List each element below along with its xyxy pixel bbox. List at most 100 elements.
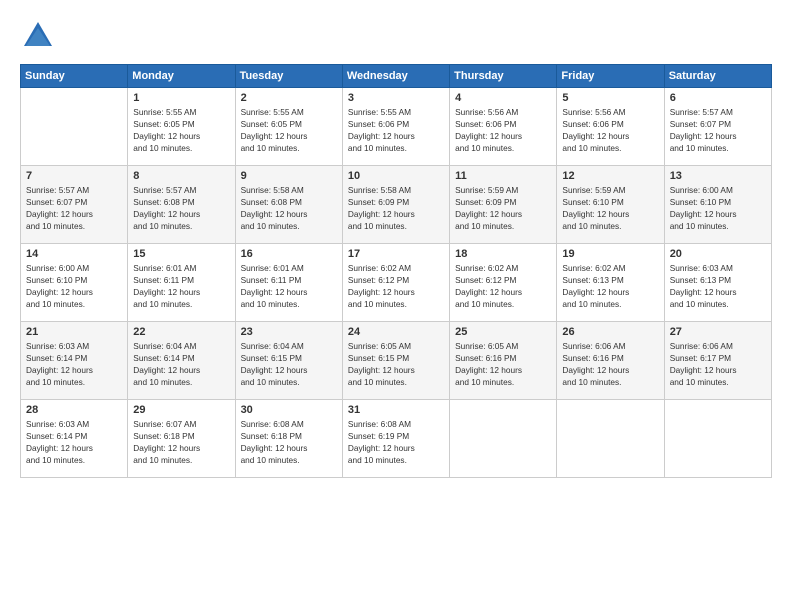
- calendar-cell: 14Sunrise: 6:00 AM Sunset: 6:10 PM Dayli…: [21, 244, 128, 322]
- calendar-cell: 3 Sunrise: 5:55 AM Sunset: 6:06 PM Daylig…: [342, 88, 449, 166]
- day-info: Sunrise: 5:55 AM Sunset: 6:05 PM Dayligh…: [241, 106, 337, 154]
- calendar-cell: 8 Sunrise: 5:57 AM Sunset: 6:08 PM Daylig…: [128, 166, 235, 244]
- day-number: 26: [562, 326, 658, 338]
- calendar-cell: 10 Sunrise: 5:58 AM Sunset: 6:09 PM Dayli…: [342, 166, 449, 244]
- calendar-week-4: 21 Sunrise: 6:03 AM Sunset: 6:14 PM Dayli…: [21, 322, 772, 400]
- calendar-cell: 27 Sunrise: 6:06 AM Sunset: 6:17 PM Dayli…: [664, 322, 771, 400]
- day-info: Sunrise: 6:00 AM Sunset: 6:10 PM Dayligh…: [26, 262, 122, 310]
- day-info: Sunrise: 6:03 AM Sunset: 6:14 PM Dayligh…: [26, 340, 122, 388]
- page: Sunday Monday Tuesday Wednesday Thursday…: [0, 0, 792, 612]
- day-number: 2: [241, 92, 337, 104]
- calendar-table: Sunday Monday Tuesday Wednesday Thursday…: [20, 64, 772, 478]
- logo-icon: [20, 18, 56, 54]
- day-number: 4: [455, 92, 551, 104]
- day-info: Sunrise: 6:01 AM Sunset: 6:11 PM Dayligh…: [241, 262, 337, 310]
- day-number: 31: [348, 404, 444, 416]
- calendar-cell: 26 Sunrise: 6:06 AM Sunset: 6:16 PM Dayli…: [557, 322, 664, 400]
- day-info: Sunrise: 6:02 AM Sunset: 6:12 PM Dayligh…: [455, 262, 551, 310]
- day-number: 12: [562, 170, 658, 182]
- col-monday: Monday: [128, 65, 235, 88]
- day-info: Sunrise: 6:05 AM Sunset: 6:16 PM Dayligh…: [455, 340, 551, 388]
- calendar-week-3: 14Sunrise: 6:00 AM Sunset: 6:10 PM Dayli…: [21, 244, 772, 322]
- day-number: 1: [133, 92, 229, 104]
- calendar-week-5: 28 Sunrise: 6:03 AM Sunset: 6:14 PM Dayli…: [21, 400, 772, 478]
- calendar-cell: 1 Sunrise: 5:55 AM Sunset: 6:05 PM Daylig…: [128, 88, 235, 166]
- calendar-cell: 19Sunrise: 6:02 AM Sunset: 6:13 PM Dayli…: [557, 244, 664, 322]
- day-number: 10: [348, 170, 444, 182]
- day-number: 20: [670, 248, 766, 260]
- day-info: Sunrise: 6:07 AM Sunset: 6:18 PM Dayligh…: [133, 418, 229, 466]
- day-info: Sunrise: 5:56 AM Sunset: 6:06 PM Dayligh…: [562, 106, 658, 154]
- calendar-cell: 28 Sunrise: 6:03 AM Sunset: 6:14 PM Dayli…: [21, 400, 128, 478]
- day-info: Sunrise: 5:57 AM Sunset: 6:08 PM Dayligh…: [133, 184, 229, 232]
- col-sunday: Sunday: [21, 65, 128, 88]
- day-info: Sunrise: 5:57 AM Sunset: 6:07 PM Dayligh…: [26, 184, 122, 232]
- day-number: 23: [241, 326, 337, 338]
- col-friday: Friday: [557, 65, 664, 88]
- day-info: Sunrise: 5:55 AM Sunset: 6:06 PM Dayligh…: [348, 106, 444, 154]
- header-row: Sunday Monday Tuesday Wednesday Thursday…: [21, 65, 772, 88]
- calendar-cell: 5Sunrise: 5:56 AM Sunset: 6:06 PM Daylig…: [557, 88, 664, 166]
- day-info: Sunrise: 6:00 AM Sunset: 6:10 PM Dayligh…: [670, 184, 766, 232]
- calendar-cell: 2 Sunrise: 5:55 AM Sunset: 6:05 PM Daylig…: [235, 88, 342, 166]
- day-info: Sunrise: 5:58 AM Sunset: 6:09 PM Dayligh…: [348, 184, 444, 232]
- day-info: Sunrise: 6:08 AM Sunset: 6:18 PM Dayligh…: [241, 418, 337, 466]
- day-info: Sunrise: 6:03 AM Sunset: 6:13 PM Dayligh…: [670, 262, 766, 310]
- day-number: 18: [455, 248, 551, 260]
- col-saturday: Saturday: [664, 65, 771, 88]
- day-number: 25: [455, 326, 551, 338]
- calendar-cell: 24Sunrise: 6:05 AM Sunset: 6:15 PM Dayli…: [342, 322, 449, 400]
- day-info: Sunrise: 6:06 AM Sunset: 6:16 PM Dayligh…: [562, 340, 658, 388]
- calendar-cell: [557, 400, 664, 478]
- calendar-cell: 30 Sunrise: 6:08 AM Sunset: 6:18 PM Dayli…: [235, 400, 342, 478]
- calendar-cell: 12 Sunrise: 5:59 AM Sunset: 6:10 PM Dayli…: [557, 166, 664, 244]
- calendar-cell: 22 Sunrise: 6:04 AM Sunset: 6:14 PM Dayli…: [128, 322, 235, 400]
- day-number: 9: [241, 170, 337, 182]
- day-number: 11: [455, 170, 551, 182]
- day-info: Sunrise: 6:06 AM Sunset: 6:17 PM Dayligh…: [670, 340, 766, 388]
- day-info: Sunrise: 6:02 AM Sunset: 6:12 PM Dayligh…: [348, 262, 444, 310]
- calendar-cell: 11 Sunrise: 5:59 AM Sunset: 6:09 PM Dayli…: [450, 166, 557, 244]
- day-info: Sunrise: 6:04 AM Sunset: 6:15 PM Dayligh…: [241, 340, 337, 388]
- day-number: 22: [133, 326, 229, 338]
- calendar-cell: 25 Sunrise: 6:05 AM Sunset: 6:16 PM Dayli…: [450, 322, 557, 400]
- calendar-cell: 18 Sunrise: 6:02 AM Sunset: 6:12 PM Dayli…: [450, 244, 557, 322]
- col-wednesday: Wednesday: [342, 65, 449, 88]
- day-number: 30: [241, 404, 337, 416]
- calendar-cell: 16Sunrise: 6:01 AM Sunset: 6:11 PM Dayli…: [235, 244, 342, 322]
- day-info: Sunrise: 6:02 AM Sunset: 6:13 PM Dayligh…: [562, 262, 658, 310]
- day-info: Sunrise: 6:01 AM Sunset: 6:11 PM Dayligh…: [133, 262, 229, 310]
- day-info: Sunrise: 5:59 AM Sunset: 6:09 PM Dayligh…: [455, 184, 551, 232]
- day-number: 21: [26, 326, 122, 338]
- day-number: 13: [670, 170, 766, 182]
- calendar-cell: 15Sunrise: 6:01 AM Sunset: 6:11 PM Dayli…: [128, 244, 235, 322]
- day-number: 28: [26, 404, 122, 416]
- calendar-cell: 21 Sunrise: 6:03 AM Sunset: 6:14 PM Dayli…: [21, 322, 128, 400]
- day-info: Sunrise: 5:55 AM Sunset: 6:05 PM Dayligh…: [133, 106, 229, 154]
- calendar-cell: 13 Sunrise: 6:00 AM Sunset: 6:10 PM Dayli…: [664, 166, 771, 244]
- header: [20, 18, 772, 54]
- calendar-cell: 31 Sunrise: 6:08 AM Sunset: 6:19 PM Dayli…: [342, 400, 449, 478]
- day-info: Sunrise: 6:04 AM Sunset: 6:14 PM Dayligh…: [133, 340, 229, 388]
- col-tuesday: Tuesday: [235, 65, 342, 88]
- calendar-cell: 4 Sunrise: 5:56 AM Sunset: 6:06 PM Daylig…: [450, 88, 557, 166]
- calendar-cell: 6 Sunrise: 5:57 AM Sunset: 6:07 PM Daylig…: [664, 88, 771, 166]
- day-info: Sunrise: 5:56 AM Sunset: 6:06 PM Dayligh…: [455, 106, 551, 154]
- day-info: Sunrise: 6:05 AM Sunset: 6:15 PM Dayligh…: [348, 340, 444, 388]
- calendar-cell: [450, 400, 557, 478]
- day-info: Sunrise: 6:03 AM Sunset: 6:14 PM Dayligh…: [26, 418, 122, 466]
- day-number: 8: [133, 170, 229, 182]
- day-number: 6: [670, 92, 766, 104]
- logo: [20, 18, 60, 54]
- calendar-cell: [21, 88, 128, 166]
- day-info: Sunrise: 5:59 AM Sunset: 6:10 PM Dayligh…: [562, 184, 658, 232]
- day-info: Sunrise: 5:57 AM Sunset: 6:07 PM Dayligh…: [670, 106, 766, 154]
- day-number: 27: [670, 326, 766, 338]
- col-thursday: Thursday: [450, 65, 557, 88]
- calendar-cell: 29 Sunrise: 6:07 AM Sunset: 6:18 PM Dayli…: [128, 400, 235, 478]
- day-number: 3: [348, 92, 444, 104]
- calendar-week-2: 7Sunrise: 5:57 AM Sunset: 6:07 PM Daylig…: [21, 166, 772, 244]
- day-info: Sunrise: 6:08 AM Sunset: 6:19 PM Dayligh…: [348, 418, 444, 466]
- day-number: 17: [348, 248, 444, 260]
- day-number: 29: [133, 404, 229, 416]
